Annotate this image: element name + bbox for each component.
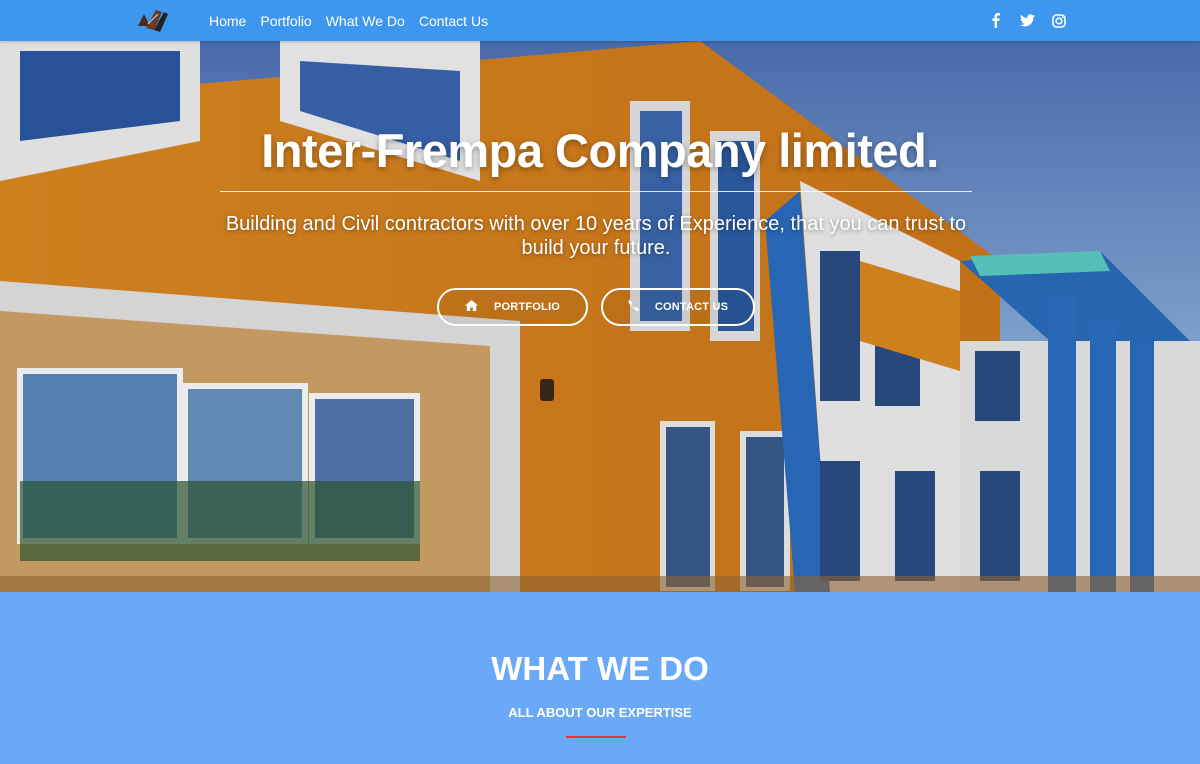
twitter-icon[interactable] bbox=[1019, 13, 1035, 29]
nav-contact-us-link[interactable]: Contact Us bbox=[419, 13, 488, 29]
nav-what-we-do-link[interactable]: What We Do bbox=[326, 13, 405, 29]
facebook-icon[interactable] bbox=[987, 13, 1003, 29]
home-icon bbox=[465, 300, 479, 314]
hero-section: Inter-Frempa Company limited. Building a… bbox=[0, 41, 1200, 592]
instagram-icon[interactable] bbox=[1051, 13, 1067, 29]
contact-us-button-label: CONTACT US bbox=[654, 301, 729, 313]
section-title: WHAT WE DO bbox=[491, 650, 709, 687]
portfolio-button-label: PORTFOLIO bbox=[494, 301, 560, 313]
hero-divider bbox=[220, 191, 972, 192]
section-accent-divider bbox=[566, 736, 626, 738]
navbar: Home Portfolio What We Do Contact Us bbox=[0, 0, 1200, 41]
hero-subtitle: Building and Civil contractors with over… bbox=[225, 213, 967, 259]
nav-portfolio-link[interactable]: Portfolio bbox=[260, 13, 311, 29]
hero-title: Inter-Frempa Company limited. bbox=[261, 124, 939, 177]
section-subtitle: ALL ABOUT OUR EXPERTISE bbox=[508, 705, 692, 720]
brand-logo[interactable] bbox=[134, 6, 170, 34]
social-links bbox=[987, 0, 1067, 41]
nav-links: Home Portfolio What We Do Contact Us bbox=[209, 0, 502, 41]
hero-content: Inter-Frempa Company limited. Building a… bbox=[0, 41, 1200, 592]
contact-us-button[interactable]: CONTACT US bbox=[601, 288, 755, 326]
portfolio-button[interactable]: PORTFOLIO bbox=[437, 288, 588, 326]
nav-home-link[interactable]: Home bbox=[209, 13, 246, 29]
what-we-do-section: WHAT WE DO ALL ABOUT OUR EXPERTISE bbox=[0, 592, 1200, 764]
phone-icon bbox=[628, 300, 639, 314]
